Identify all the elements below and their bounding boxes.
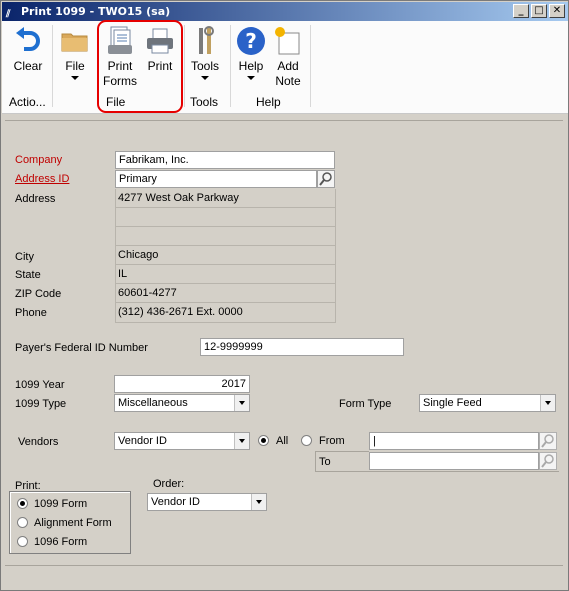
option-alignment-form: Alignment Form <box>34 517 112 529</box>
order-value: Vendor ID <box>151 496 200 508</box>
address-id-link[interactable]: Address ID <box>15 173 69 185</box>
radio-1096-form[interactable] <box>17 536 28 547</box>
clear-button[interactable]: Clear <box>10 25 46 74</box>
city-label: City <box>15 251 34 263</box>
divider <box>315 451 369 452</box>
divider <box>5 565 563 566</box>
chevron-down-icon <box>71 76 79 80</box>
close-button[interactable]: ✕ <box>549 4 565 18</box>
chevron-down-icon[interactable] <box>540 395 555 411</box>
company-label: Company <box>15 154 63 166</box>
to-label: To <box>319 456 331 468</box>
ribbon-separator <box>52 25 53 107</box>
divider <box>315 471 559 472</box>
from-label: From <box>319 435 345 447</box>
radio-1099-form[interactable] <box>17 498 28 509</box>
tools-label: Tools <box>190 59 219 73</box>
order-label: Order: <box>153 478 185 490</box>
window-title: Print 1099 - TWO15 (sa) <box>21 5 171 18</box>
lookup-icon[interactable] <box>317 170 335 188</box>
file-menu-button[interactable]: File <box>58 25 92 80</box>
ribbon-separator <box>230 25 231 107</box>
add-note-icon <box>272 25 304 57</box>
add-note-button[interactable]: Add Note <box>270 25 306 89</box>
from-field[interactable]: | <box>369 432 539 450</box>
from-radio[interactable] <box>301 435 312 446</box>
lookup-icon[interactable] <box>539 432 557 450</box>
option-1096-form: 1096 Form <box>34 536 88 548</box>
divider <box>335 189 336 323</box>
all-radio[interactable] <box>258 435 269 446</box>
svg-text:?: ? <box>245 29 257 53</box>
group-label-help: Help <box>256 95 281 109</box>
group-label-file: File <box>106 95 126 109</box>
file-label: File <box>65 59 85 73</box>
type-value: Miscellaneous <box>118 397 188 409</box>
chevron-down-icon <box>201 76 209 80</box>
undo-arrow-icon <box>12 25 44 57</box>
phone-label: Phone <box>15 307 47 319</box>
folder-icon <box>59 25 91 57</box>
address-label: Address <box>15 193 56 205</box>
zip-value: 60601-4277 <box>115 284 335 303</box>
form-type-label: Form Type <box>339 398 392 410</box>
year-field[interactable]: 2017 <box>114 375 250 393</box>
address-line-3 <box>115 227 335 246</box>
vendors-dropdown[interactable]: Vendor ID <box>114 432 250 450</box>
radio-alignment-form[interactable] <box>17 517 28 528</box>
form-type-value: Single Feed <box>423 397 482 409</box>
state-label: State <box>15 269 41 281</box>
add-note-label-2: Note <box>275 74 301 88</box>
tools-menu-button[interactable]: Tools <box>188 25 222 80</box>
federal-id-field[interactable]: 12-9999999 <box>200 338 404 356</box>
divider <box>5 120 563 121</box>
help-icon: ? <box>235 25 267 57</box>
help-label: Help <box>238 59 264 73</box>
ribbon: Clear File Print Forms Print Tools ? Hel… <box>2 20 568 114</box>
ribbon-separator <box>310 25 311 107</box>
chevron-down-icon[interactable] <box>251 494 266 510</box>
ribbon-separator <box>184 25 185 107</box>
help-menu-button[interactable]: ? Help <box>234 25 268 80</box>
order-dropdown[interactable]: Vendor ID <box>147 493 267 511</box>
group-label-tools: Tools <box>190 95 219 109</box>
address-id-field[interactable]: Primary <box>115 170 317 188</box>
year-label: 1099 Year <box>15 379 65 391</box>
type-label: 1099 Type <box>15 398 67 410</box>
clear-label: Clear <box>13 59 43 73</box>
print-1099-window: ⫽ Print 1099 - TWO15 (sa) _ □ ✕ Clear Fi… <box>0 0 569 591</box>
minimize-button[interactable]: _ <box>513 4 529 18</box>
app-icon: ⫽ <box>6 9 11 20</box>
zip-label: ZIP Code <box>15 288 62 300</box>
city-value: Chicago <box>115 246 335 265</box>
address-line-1: 4277 West Oak Parkway <box>115 189 335 208</box>
vendors-value: Vendor ID <box>118 435 167 447</box>
add-note-label-1: Add <box>277 59 299 73</box>
state-value: IL <box>115 265 335 284</box>
tools-icon <box>189 25 221 57</box>
chevron-down-icon[interactable] <box>234 395 249 411</box>
type-dropdown[interactable]: Miscellaneous <box>114 394 250 412</box>
title-bar: ⫽ Print 1099 - TWO15 (sa) <box>2 2 568 21</box>
phone-value: (312) 436-2671 Ext. 0000 <box>115 303 335 323</box>
chevron-down-icon[interactable] <box>234 433 249 449</box>
divider <box>315 451 316 472</box>
form-type-dropdown[interactable]: Single Feed <box>419 394 556 412</box>
option-1099-form: 1099 Form <box>34 498 88 510</box>
all-label: All <box>276 435 289 447</box>
group-label-actions: Actio... <box>9 95 46 109</box>
chevron-down-icon <box>247 76 255 80</box>
federal-id-label: Payer's Federal ID Number <box>15 342 148 354</box>
to-field[interactable] <box>369 452 539 470</box>
vendors-label: Vendors <box>18 436 59 448</box>
maximize-button[interactable]: □ <box>531 4 547 18</box>
address-line-2 <box>115 208 335 227</box>
company-field[interactable]: Fabrikam, Inc. <box>115 151 335 169</box>
lookup-icon[interactable] <box>539 452 557 470</box>
